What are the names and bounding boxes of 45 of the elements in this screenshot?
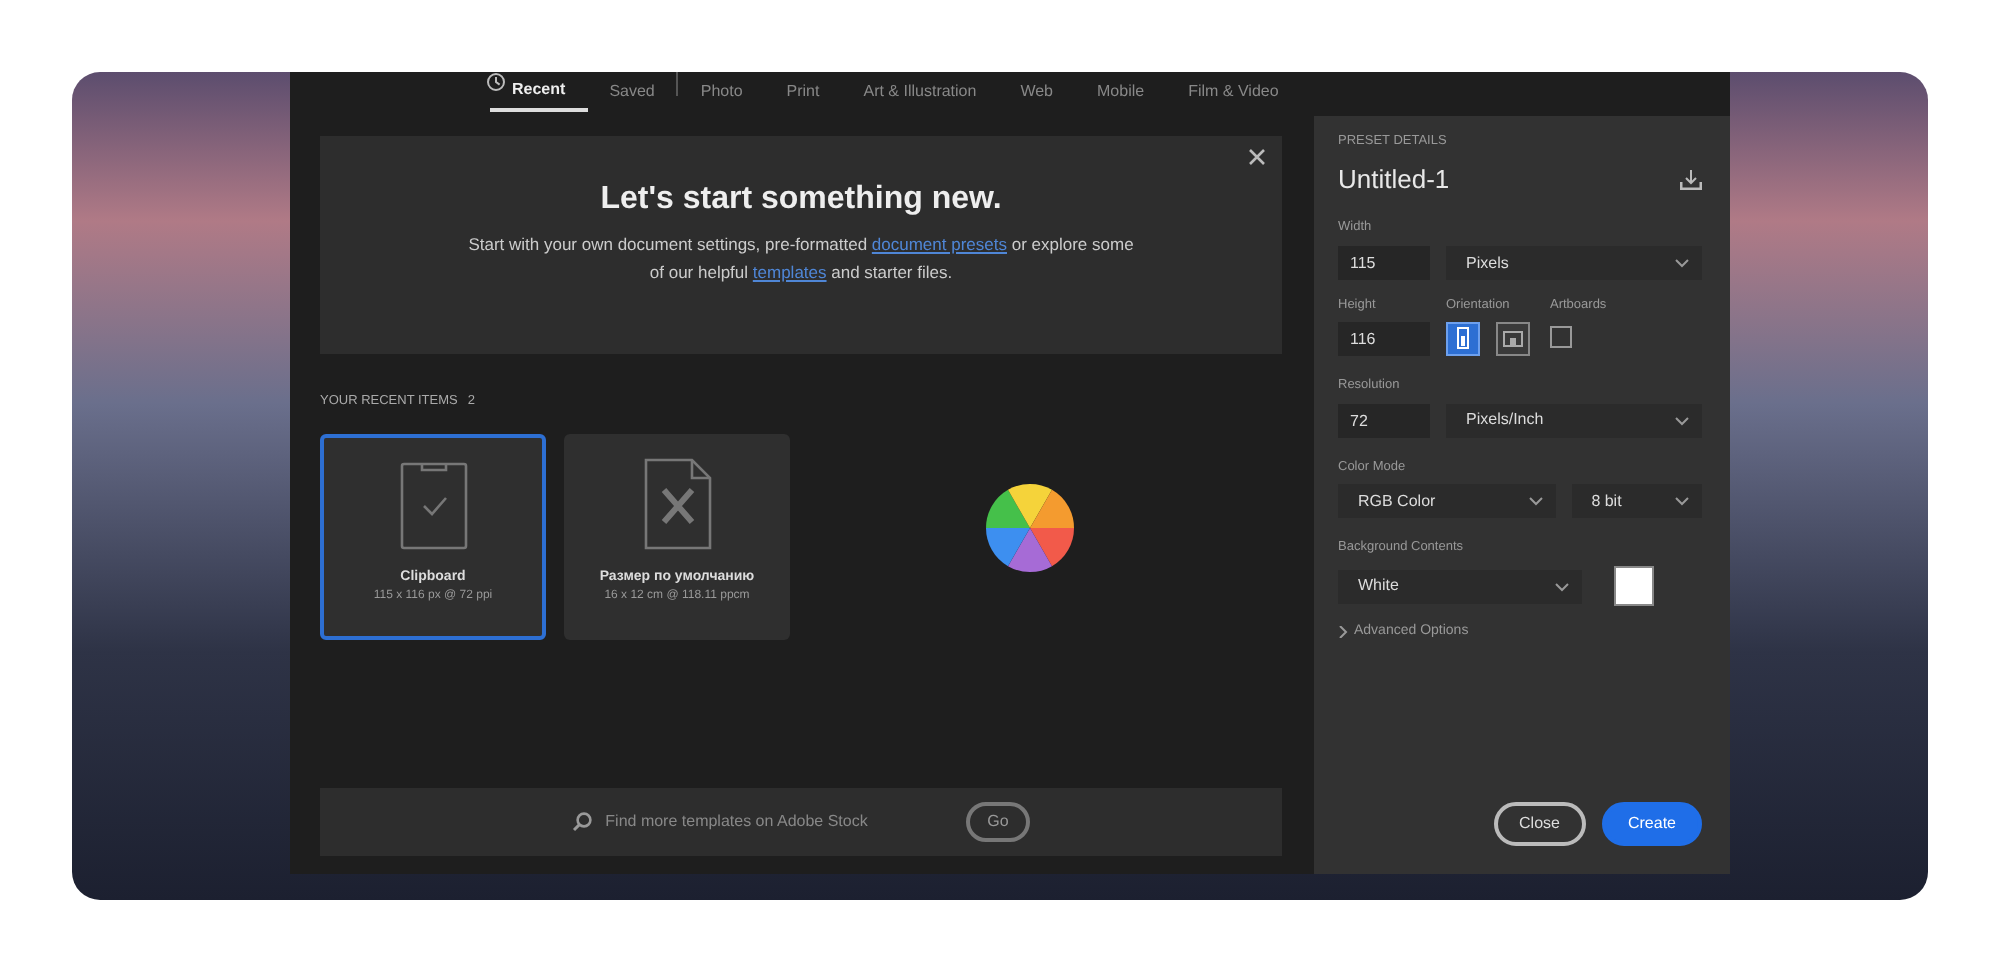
- unit-dropdown[interactable]: Pixels: [1446, 246, 1702, 280]
- chevron-icon: [1527, 496, 1544, 507]
- height-field[interactable]: 116: [1338, 321, 1430, 356]
- tab[interactable]: Art & Illustration: [841, 72, 999, 112]
- create-button[interactable]: Create: [1601, 802, 1702, 846]
- clock-icon: [486, 72, 506, 92]
- document-name: Untitled-1: [1338, 161, 1450, 198]
- color-swatch[interactable]: [1614, 566, 1654, 606]
- tab[interactable]: Mobile: [1075, 72, 1167, 112]
- close-dialog-button[interactable]: Close: [1493, 802, 1586, 846]
- hero-link[interactable]: document presets: [871, 234, 1007, 255]
- hero-description: Start with your own document settings, pre-formatted document presets or explore some of our helpful templates and starter files.: [466, 232, 1136, 287]
- artboards-checkbox[interactable]: [1550, 325, 1572, 348]
- disclosure-icon: [1338, 626, 1348, 639]
- close-icon: [1248, 148, 1266, 166]
- landscape-button[interactable]: [1496, 321, 1530, 356]
- chevron-icon: [1554, 581, 1570, 591]
- background-dropdown[interactable]: White: [1338, 569, 1582, 603]
- save-preset-icon: [1680, 169, 1702, 189]
- tab[interactable]: Photo: [678, 72, 765, 112]
- hero-title: Let's start something new.: [598, 180, 1004, 219]
- loading-spinner-icon: [984, 482, 1076, 575]
- portrait-button[interactable]: [1446, 321, 1480, 356]
- tab[interactable]: Saved: [587, 72, 677, 112]
- search-icon: [571, 812, 592, 832]
- hero-link[interactable]: templates: [752, 262, 827, 283]
- tab[interactable]: Print: [764, 72, 842, 112]
- width-field[interactable]: 115: [1338, 246, 1430, 280]
- landscape-icon: [1502, 326, 1524, 351]
- chevron-icon: [1674, 415, 1690, 425]
- chevron-icon: [1674, 258, 1690, 268]
- bit-depth-dropdown[interactable]: 8 bit: [1571, 484, 1702, 519]
- search-field[interactable]: Find more templates on Adobe Stock: [571, 808, 922, 836]
- resolution-field[interactable]: 72: [1338, 403, 1430, 437]
- clipboard-icon: [399, 457, 467, 550]
- pen-document-icon: [643, 457, 711, 550]
- chevron-icon: [1674, 496, 1690, 507]
- portrait-icon: [1452, 326, 1474, 351]
- tab[interactable]: Film & Video: [1166, 72, 1301, 112]
- tab[interactable]: Web: [998, 72, 1076, 112]
- resolution-unit-dropdown[interactable]: Pixels/Inch: [1446, 403, 1702, 437]
- close-button[interactable]: [1248, 148, 1266, 166]
- go-button[interactable]: Go: [965, 802, 1031, 842]
- tab[interactable]: Recent: [490, 72, 588, 112]
- color-mode-dropdown[interactable]: RGB Color: [1338, 484, 1556, 519]
